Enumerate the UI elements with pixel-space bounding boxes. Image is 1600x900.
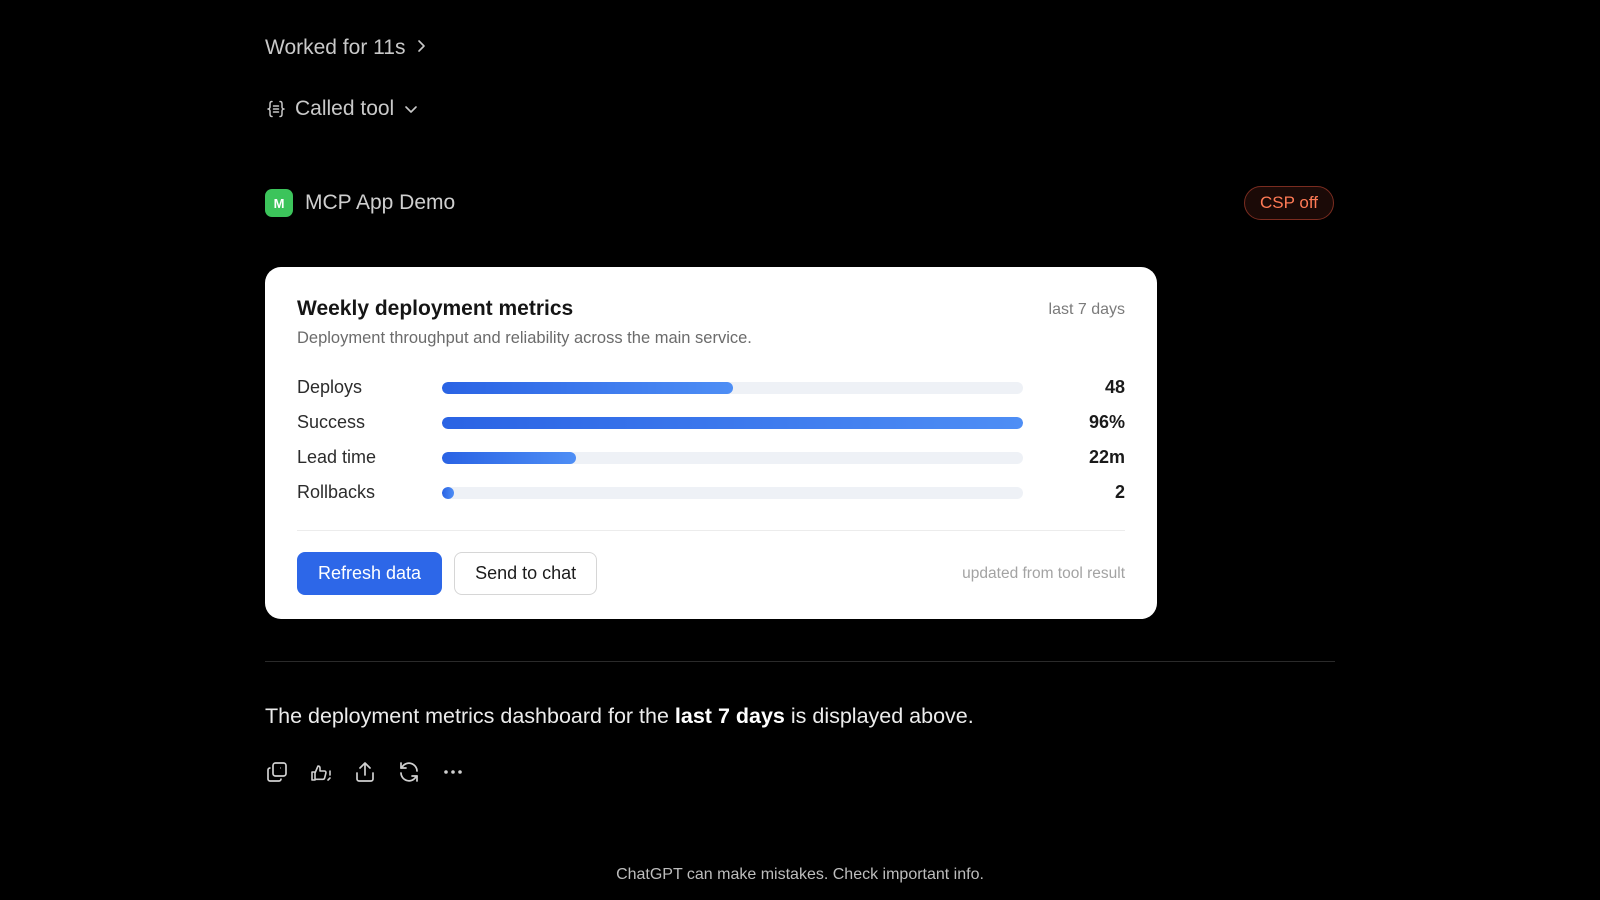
metrics-list: Deploys 48 Success 96% Lead time 22m Rol… bbox=[297, 370, 1125, 510]
csp-status-badge: CSP off bbox=[1244, 186, 1334, 220]
message-actions bbox=[265, 760, 465, 784]
card-divider bbox=[297, 530, 1125, 531]
card-footer: Refresh data Send to chat updated from t… bbox=[297, 552, 1125, 595]
updated-note: updated from tool result bbox=[962, 564, 1125, 582]
metric-row-rollbacks: Rollbacks 2 bbox=[297, 475, 1125, 510]
card-range: last 7 days bbox=[1048, 301, 1125, 318]
metric-row-success: Success 96% bbox=[297, 405, 1125, 440]
chevron-down-icon bbox=[402, 100, 420, 118]
metric-bar-track bbox=[442, 381, 1023, 394]
worked-for-label: Worked for 11s bbox=[265, 36, 406, 59]
metric-row-lead-time: Lead time 22m bbox=[297, 440, 1125, 475]
worked-for-toggle[interactable]: Worked for 11s bbox=[265, 36, 429, 60]
refresh-data-button[interactable]: Refresh data bbox=[297, 552, 443, 595]
answer-text-prefix: The deployment metrics dashboard for the bbox=[265, 704, 675, 728]
send-to-chat-button[interactable]: Send to chat bbox=[454, 552, 598, 595]
assistant-message: The deployment metrics dashboard for the… bbox=[265, 704, 974, 729]
called-tool-label: Called tool bbox=[295, 97, 395, 120]
metric-label: Rollbacks bbox=[297, 482, 376, 502]
metric-bar-track bbox=[442, 451, 1023, 464]
metric-label: Deploys bbox=[297, 377, 363, 397]
more-icon[interactable] bbox=[441, 760, 465, 784]
answer-text-bold: last 7 days bbox=[674, 704, 785, 728]
copy-icon[interactable] bbox=[265, 760, 289, 784]
app-header: M MCP App Demo bbox=[265, 189, 455, 217]
metric-value: 2 bbox=[1114, 482, 1125, 502]
app-name: MCP App Demo bbox=[305, 191, 456, 214]
app-avatar: M bbox=[265, 189, 293, 217]
tool-braces-icon bbox=[265, 98, 287, 120]
card-subtitle: Deployment throughput and reliability ac… bbox=[297, 329, 752, 347]
metric-bar-track bbox=[442, 486, 1023, 499]
metrics-card: Weekly deployment metrics last 7 days De… bbox=[265, 267, 1157, 619]
thumbs-icon[interactable] bbox=[309, 760, 333, 784]
called-tool-toggle[interactable]: Called tool bbox=[265, 97, 420, 121]
metric-bar-track bbox=[442, 416, 1023, 429]
metric-label: Lead time bbox=[297, 447, 377, 467]
message-divider bbox=[265, 661, 1335, 662]
chevron-right-icon bbox=[413, 36, 429, 60]
regenerate-icon[interactable] bbox=[397, 760, 421, 784]
footer-disclaimer: ChatGPT can make mistakes. Check importa… bbox=[616, 866, 984, 883]
metric-value: 48 bbox=[1104, 377, 1125, 397]
chat-page: Worked for 11s Called tool M MCP App Dem… bbox=[0, 0, 1600, 900]
card-title: Weekly deployment metrics bbox=[297, 297, 574, 320]
metric-bar-fill bbox=[442, 451, 576, 464]
metric-bar-fill bbox=[442, 381, 733, 394]
metric-label: Success bbox=[297, 412, 366, 432]
answer-text-suffix: is displayed above. bbox=[784, 704, 974, 728]
metric-value: 96% bbox=[1088, 412, 1125, 432]
metric-bar-fill bbox=[442, 416, 1023, 429]
metric-value: 22m bbox=[1088, 447, 1125, 467]
metric-bar-fill bbox=[442, 486, 454, 499]
share-icon[interactable] bbox=[353, 760, 377, 784]
metric-row-deploys: Deploys 48 bbox=[297, 370, 1125, 405]
